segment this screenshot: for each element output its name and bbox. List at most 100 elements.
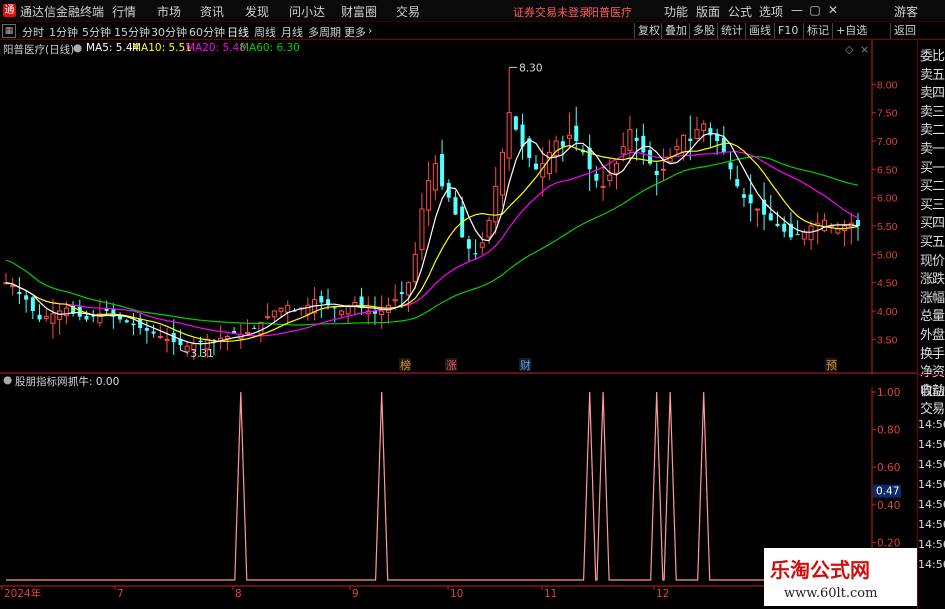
trade-time: 14:56 [918,438,945,451]
candle-body [821,219,827,232]
candle-body [782,223,787,232]
candle-body [426,180,432,211]
period-monthly[interactable]: 月线 [281,24,303,40]
btn-huaxian[interactable]: 画线 [745,23,774,39]
close-small-icon: × [860,43,869,56]
candle-body [50,313,56,324]
settings-circle-icon[interactable]: ● [3,374,12,386]
quote-field-label: 买一 [920,160,945,176]
candle-body [748,194,753,204]
candle-body [701,123,707,131]
candle-body [634,137,639,141]
candle-body [379,310,385,315]
menu-gongshi[interactable]: 公式 [728,3,752,20]
settings-circle-icon[interactable]: ● [73,42,82,54]
candle-body [600,185,606,188]
trade-time: 14:56 [918,558,945,571]
app-title: 通达信金融终端 [20,5,105,19]
price-tick-label: 5.00 [877,249,898,261]
candle-body [271,310,277,318]
price-tick-label: 7.00 [877,136,898,148]
candle-body [30,297,35,311]
quote-field-label: 总量 [920,309,945,325]
candle-body [258,321,264,335]
candle-body [10,285,16,288]
candle-body [392,299,398,302]
menu-jiaoyi[interactable]: 交易 [396,3,420,20]
candle-body [157,336,163,338]
candle-body [741,194,746,198]
candle-body [440,153,445,187]
candle-body [278,307,284,312]
candle-body [131,323,136,326]
stock-name-title: 阳普医疗 [588,6,632,19]
btn-tongji[interactable]: 统计 [717,23,746,39]
period-15min[interactable]: 15分钟 [114,24,150,40]
period-daily[interactable]: 日线 [227,24,249,40]
minimize-icon[interactable]: — [788,2,806,19]
time-axis-label: 7 [117,588,124,597]
candle-body [252,327,257,329]
ma20-label: MA20: 5.48 [186,42,246,54]
btn-add-watchlist[interactable]: +自选 [832,23,870,39]
menu-gongneng[interactable]: 功能 [664,3,688,20]
candle-body [520,124,525,147]
candle-body [574,125,579,141]
btn-diejia[interactable]: 叠加 [661,23,690,39]
candle-body [84,315,89,320]
toolbox-icon[interactable]: ▦ [2,24,16,38]
price-tick-label: 4.00 [877,306,898,318]
quote-field-label: 卖三 [920,104,945,120]
quote-side-panel: 委比 卖五 卖四 卖三 卖二 卖一 买一 买二 买三 买四 买五 现价 涨跌 涨幅 总量 外盘 换手 净资 收益 自动… [917,40,945,609]
period-more[interactable]: 更多 [344,24,366,40]
btn-biaoji[interactable]: 标记 [803,23,832,39]
period-weekly[interactable]: 周线 [254,24,276,40]
candle-body [244,332,251,335]
candle-body [493,185,499,223]
trade-login-warning[interactable]: 证券交易未登录 [513,4,590,20]
menu-caifuquan[interactable]: 财富圈 [341,3,377,20]
kline-chart[interactable]: 3.50 4.00 4.50 5.00 5.50 6.00 6.50 7.00 7.50 8.00… [0,40,917,374]
menu-banmian[interactable]: 版面 [696,3,720,20]
btn-duogu[interactable]: 多股 [689,23,718,39]
price-tick-label: 3.50 [877,334,898,346]
candle-body [399,292,404,294]
btn-f10[interactable]: F10 [774,23,801,39]
menu-shichang[interactable]: 市场 [157,3,181,20]
btn-back[interactable]: 返回 [890,23,919,39]
expand-icon: ◇ [845,43,854,56]
watermark-banner: 乐淘公式网 www.60lt.com [764,548,917,606]
candle-body [567,134,573,139]
candle-body [499,151,505,196]
period-5min[interactable]: 5分钟 [82,24,111,40]
btn-fuquan[interactable]: 复权 [634,23,663,39]
indicator-value: 抓牛: 0.00 [68,376,120,388]
candle-body [513,116,518,130]
price-tick-label: 4.50 [877,278,898,290]
auto-trade-label[interactable]: 交易 [920,398,945,417]
menu-wenxiaoda[interactable]: 问小达 [289,3,325,20]
panel-divider [918,374,945,375]
candle-body [688,138,693,141]
period-30min[interactable]: 30分钟 [151,24,187,40]
trade-time: 14:56 [918,458,945,471]
trade-time: 14:56 [918,478,945,491]
menu-hangqing[interactable]: 行情 [112,3,136,20]
chevron-right-icon[interactable]: › [368,24,372,37]
trade-time: 14:56 [918,518,945,531]
period-multi[interactable]: 多周期 [308,24,341,40]
close-icon[interactable]: ✕ [824,2,842,19]
period-fenshi[interactable]: 分时 [22,24,44,40]
candle-body [546,151,552,175]
maximize-icon[interactable]: ▢ [806,2,824,19]
quote-field-label: 卖四 [920,86,945,102]
candle-body [198,340,203,343]
period-60min[interactable]: 60分钟 [189,24,225,40]
guest-label[interactable]: 游客 [894,3,918,20]
menu-xuanxiang[interactable]: 选项 [759,3,783,20]
auto-trade-label[interactable]: 自动 [920,380,945,399]
menu-faxian[interactable]: 发现 [245,3,269,20]
trade-time: 14:56 [918,538,945,551]
menu-zixun[interactable]: 资讯 [200,3,224,20]
period-1min[interactable]: 1分钟 [49,24,78,40]
